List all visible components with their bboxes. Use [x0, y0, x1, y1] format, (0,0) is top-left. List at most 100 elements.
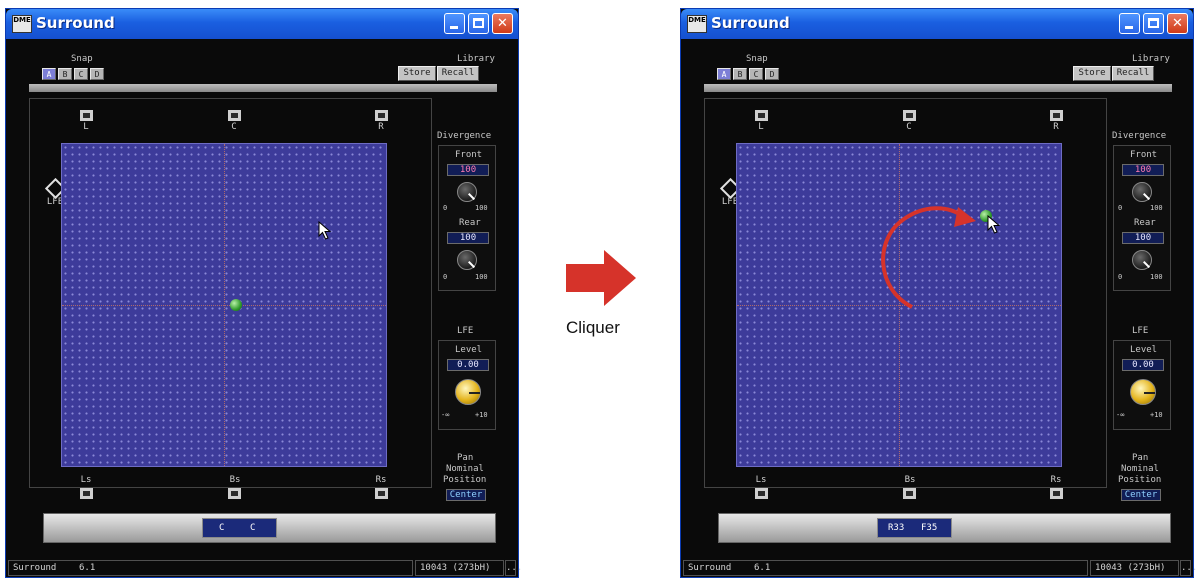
speaker-rs-label: Rs	[375, 475, 387, 485]
divergence-front-value[interactable]: 100	[447, 164, 489, 176]
lfe-knob-max: +10	[1150, 411, 1163, 419]
front-knob-max: 100	[475, 204, 488, 212]
pan-nominal-value[interactable]: Center	[1121, 489, 1161, 501]
divergence-front-knob[interactable]	[1132, 182, 1152, 202]
status-more-button[interactable]: ...	[1180, 560, 1196, 576]
snap-button-a[interactable]: A	[42, 68, 56, 80]
close-icon: ✕	[1172, 16, 1183, 31]
lfe-section-label: LFE	[1132, 326, 1149, 336]
front-knob-max: 100	[1150, 204, 1163, 212]
maximize-icon	[473, 18, 484, 28]
snap-button-c[interactable]: C	[74, 68, 88, 80]
status-more-button[interactable]: ...	[505, 560, 522, 576]
snap-label: Snap	[71, 54, 93, 64]
speaker-rs-icon	[375, 488, 388, 499]
grid-center-line-v	[224, 144, 225, 466]
app-icon: DME	[687, 15, 707, 33]
position-bar: R33 F35	[718, 513, 1171, 543]
speaker-l-icon	[755, 110, 768, 121]
title-bar[interactable]: DME Surround ✕	[6, 9, 518, 39]
speaker-r-icon	[375, 110, 388, 121]
drag-path-arrow-icon	[881, 206, 976, 309]
divergence-label: Divergence	[1112, 131, 1167, 141]
divergence-rear-label: Rear	[459, 218, 481, 228]
maximize-button[interactable]	[1143, 13, 1164, 34]
position-x-value: R33	[888, 523, 905, 533]
lfe-level-label: Level	[455, 345, 483, 355]
divergence-front-label: Front	[1130, 150, 1158, 160]
lfe-level-value[interactable]: 0.00	[447, 359, 489, 371]
mouse-cursor-icon	[987, 215, 1001, 234]
status-mode-value: 6.1	[79, 563, 96, 573]
pan-nominal-value[interactable]: Center	[446, 489, 486, 501]
divergence-label: Divergence	[437, 131, 492, 141]
close-button[interactable]: ✕	[1167, 13, 1188, 34]
speaker-c-icon	[228, 110, 241, 121]
window-title: Surround	[36, 14, 115, 32]
speaker-bs-icon	[903, 488, 916, 499]
maximize-button[interactable]	[468, 13, 489, 34]
divergence-rear-value[interactable]: 100	[1122, 232, 1164, 244]
divergence-front-label: Front	[455, 150, 483, 160]
lfe-panel: Level 0.00 -∞ +10	[438, 340, 496, 430]
pan-label: Pan	[1132, 453, 1149, 463]
divergence-front-value[interactable]: 100	[1122, 164, 1164, 176]
speaker-c-label: C	[231, 122, 237, 132]
status-mode-label: Surround	[688, 563, 732, 573]
speaker-rs-label: Rs	[1050, 475, 1062, 485]
speaker-ls-label: Ls	[755, 475, 767, 485]
lfe-level-knob[interactable]	[1130, 379, 1156, 405]
lfe-level-label: Level	[1130, 345, 1158, 355]
pan-nominal-label: Nominal	[1121, 464, 1159, 474]
minimize-button[interactable]	[444, 13, 465, 34]
divergence-rear-value[interactable]: 100	[447, 232, 489, 244]
front-knob-min: 0	[1118, 204, 1123, 212]
transition-label: Cliquer	[566, 318, 620, 337]
speaker-l-label: L	[83, 122, 89, 132]
surround-pan-grid[interactable]	[61, 143, 387, 467]
snap-button-b[interactable]: B	[733, 68, 747, 80]
snap-button-d[interactable]: D	[90, 68, 104, 80]
rear-knob-min: 0	[443, 273, 448, 281]
snap-button-c[interactable]: C	[749, 68, 763, 80]
close-button[interactable]: ✕	[492, 13, 513, 34]
pan-position-ball[interactable]	[230, 299, 242, 311]
snap-button-b[interactable]: B	[58, 68, 72, 80]
mouse-cursor-icon	[318, 221, 332, 240]
position-readout: R33 F35	[877, 518, 952, 538]
divergence-panel: Front 100 0 100 Rear 100 0 100	[1113, 145, 1171, 291]
close-icon: ✕	[497, 16, 508, 31]
minimize-button[interactable]	[1119, 13, 1140, 34]
surround-window-before: DME Surround ✕ Snap A B C D Library Stor…	[5, 8, 522, 578]
lfe-level-knob[interactable]	[455, 379, 481, 405]
title-bar[interactable]: DME Surround ✕	[681, 9, 1193, 39]
speaker-rs-icon	[1050, 488, 1063, 499]
maximize-icon	[1148, 18, 1159, 28]
speaker-ls-label: Ls	[80, 475, 92, 485]
lfe-section-label: LFE	[457, 326, 474, 336]
divergence-panel: Front 100 0 100 Rear 100 0 100	[438, 145, 496, 291]
snap-button-a[interactable]: A	[717, 68, 731, 80]
speaker-ls-icon	[80, 488, 93, 499]
status-id-cell: 10043 (273bH)	[1090, 560, 1179, 576]
divergence-front-knob[interactable]	[457, 182, 477, 202]
pan-position-label: Position	[443, 475, 487, 485]
status-bar: Surround 6.1 10043 (273bH) ...	[8, 559, 522, 577]
rear-knob-max: 100	[475, 273, 488, 281]
status-mode-cell: Surround 6.1	[683, 560, 1088, 576]
speaker-bs-label: Bs	[904, 475, 916, 485]
store-button[interactable]: Store	[398, 66, 436, 81]
recall-button[interactable]: Recall	[437, 66, 479, 81]
recall-button[interactable]: Recall	[1112, 66, 1154, 81]
speaker-ls-icon	[755, 488, 768, 499]
front-knob-min: 0	[443, 204, 448, 212]
snap-button-d[interactable]: D	[765, 68, 779, 80]
status-mode-value: 6.1	[754, 563, 771, 573]
divergence-rear-knob[interactable]	[1132, 250, 1152, 270]
lfe-level-value[interactable]: 0.00	[1122, 359, 1164, 371]
store-button[interactable]: Store	[1073, 66, 1111, 81]
lfe-panel: Level 0.00 -∞ +10	[1113, 340, 1171, 430]
lfe-knob-max: +10	[475, 411, 488, 419]
divergence-rear-knob[interactable]	[457, 250, 477, 270]
pan-position-label: Position	[1118, 475, 1162, 485]
